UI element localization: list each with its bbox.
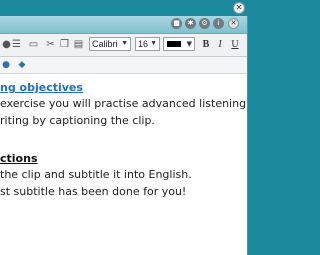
paste-icon[interactable]: ▤ bbox=[72, 38, 85, 51]
objectives-line-2: riting by captioning the clip. bbox=[0, 114, 155, 127]
print-icon[interactable]: ▭ bbox=[27, 38, 40, 51]
window-titlebar: ✕ bbox=[0, 0, 256, 16]
camera-icon[interactable]: ■ bbox=[171, 18, 182, 29]
instructions-line-2: st subtitle has been done for you! bbox=[0, 185, 187, 198]
chevron-down-icon: ▼ bbox=[121, 40, 128, 47]
editor-panel: ■ ✱ ⚙ i ✕ ● ☰ ▭ ✂ ❐ ▤ Calibri ▼ 16 ▼ ▼ B… bbox=[0, 16, 248, 255]
copy-icon[interactable]: ❐ bbox=[58, 38, 71, 51]
chevron-down-icon: ▼ bbox=[186, 40, 192, 48]
italic-button[interactable]: I bbox=[214, 38, 226, 51]
font-size-select[interactable]: 16 ▼ bbox=[135, 37, 160, 51]
secondary-toolbar: ● ◆ bbox=[0, 57, 247, 74]
chevron-down-icon: ▼ bbox=[150, 40, 157, 47]
formatting-toolbar: ● ☰ ▭ ✂ ❐ ▤ Calibri ▼ 16 ▼ ▼ B I U bbox=[0, 34, 247, 57]
text-color-select[interactable]: ▼ bbox=[163, 37, 195, 51]
font-size-value: 16 bbox=[138, 39, 149, 49]
settings-icon[interactable]: ⚙ bbox=[199, 18, 210, 29]
cut-icon[interactable]: ✂ bbox=[44, 38, 57, 51]
window-close-button[interactable]: ✕ bbox=[233, 2, 245, 14]
eraser-icon[interactable]: ◆ bbox=[16, 59, 28, 71]
window-edge bbox=[248, 16, 256, 255]
link-icon[interactable]: ● bbox=[0, 59, 12, 71]
underline-button[interactable]: U bbox=[229, 38, 241, 51]
bold-button[interactable]: B bbox=[200, 38, 212, 51]
panel-close-button[interactable]: ✕ bbox=[228, 18, 239, 29]
gear-icon[interactable]: ✱ bbox=[185, 18, 196, 29]
numbered-list-icon[interactable]: ☰ bbox=[10, 38, 23, 51]
color-swatch bbox=[167, 41, 181, 47]
info-icon[interactable]: i bbox=[213, 18, 224, 29]
font-family-select[interactable]: Calibri ▼ bbox=[89, 37, 131, 51]
panel-header: ■ ✱ ⚙ i ✕ bbox=[0, 16, 247, 34]
font-family-value: Calibri bbox=[92, 39, 118, 49]
